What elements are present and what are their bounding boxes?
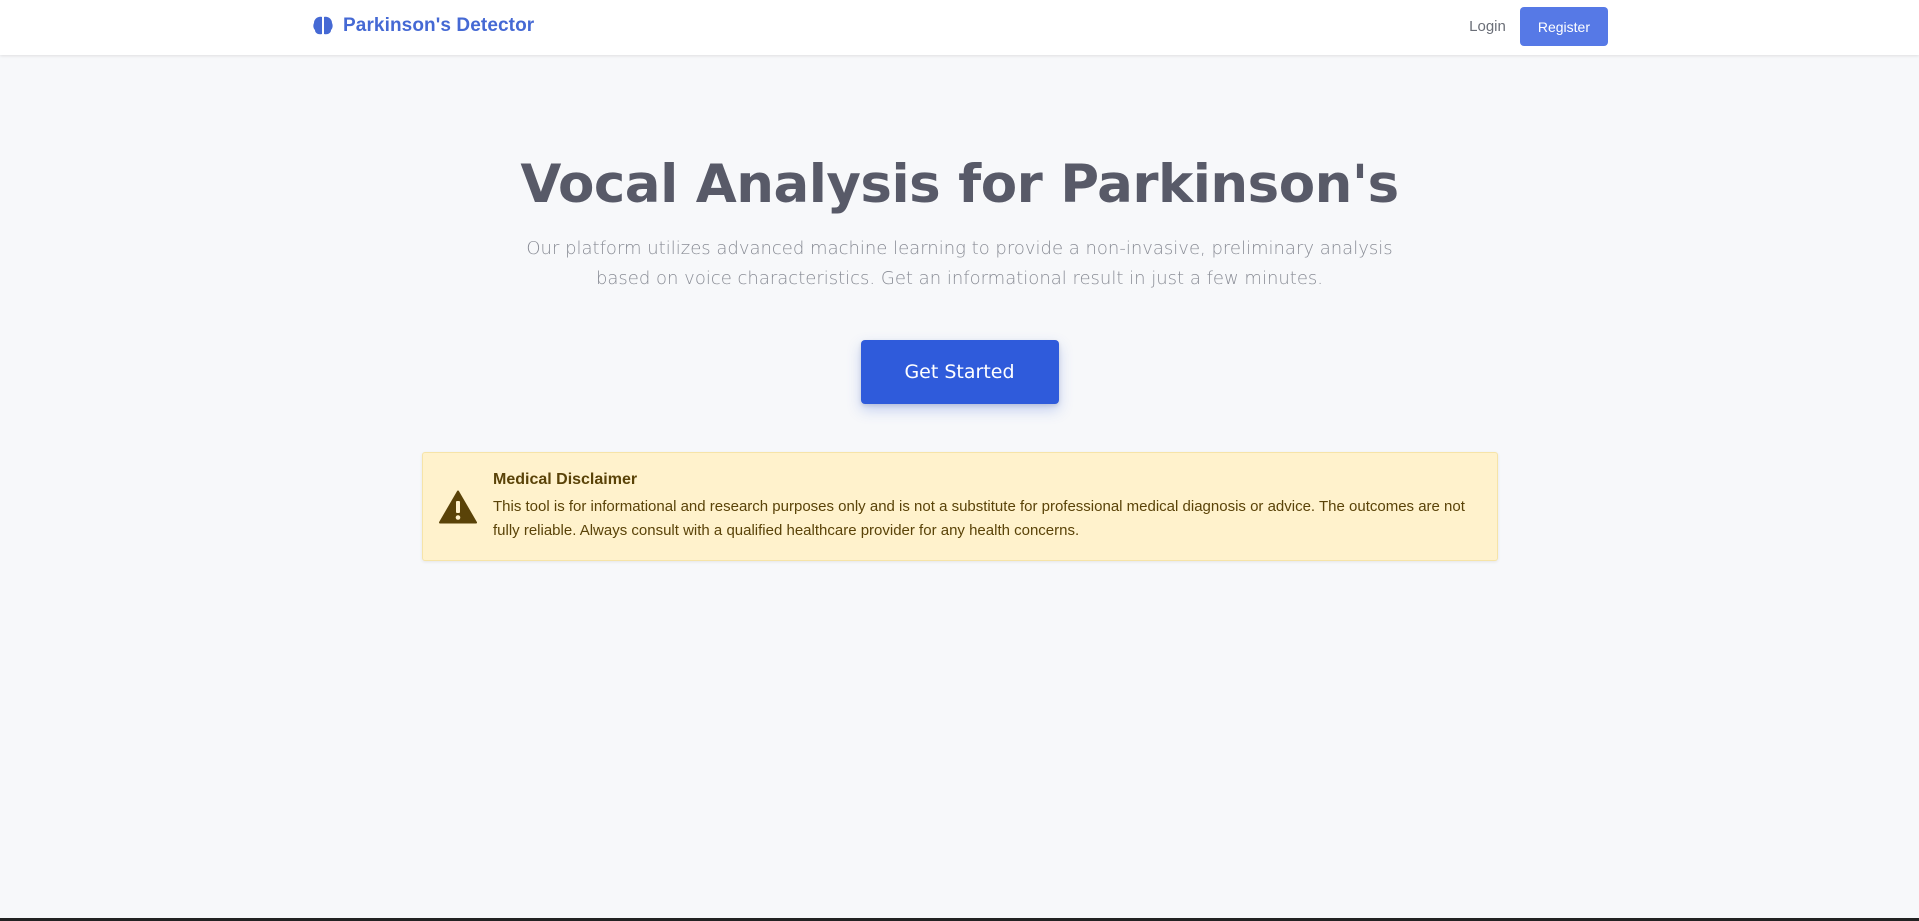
brand-link[interactable]: Parkinson's Detector (311, 14, 534, 38)
cta-container: Get Started (0, 340, 1919, 404)
login-link[interactable]: Login (1469, 18, 1506, 35)
brand-name: Parkinson's Detector (343, 15, 535, 36)
disclaimer-title: Medical Disclaimer (493, 470, 638, 488)
page: Parkinson's Detector Login Register Voca… (0, 0, 1919, 921)
get-started-button[interactable]: Get Started (860, 340, 1059, 404)
disclaimer-body: Medical Disclaimer This tool is for info… (493, 471, 1477, 543)
warning-icon (439, 490, 477, 524)
hero-section: Vocal Analysis for Parkinson's Our platf… (0, 145, 1919, 294)
disclaimer-text: This tool is for informational and resea… (493, 497, 1465, 539)
brain-icon (311, 14, 335, 38)
navbar: Parkinson's Detector Login Register (0, 0, 1919, 55)
nav-actions: Login Register (1469, 7, 1608, 46)
register-button[interactable]: Register (1519, 7, 1608, 46)
hero-subtitle: Our platform utilizes advanced machine l… (526, 238, 1393, 289)
hero-title: Vocal Analysis for Parkinson's (520, 154, 1399, 215)
medical-disclaimer: Medical Disclaimer This tool is for info… (422, 452, 1498, 561)
